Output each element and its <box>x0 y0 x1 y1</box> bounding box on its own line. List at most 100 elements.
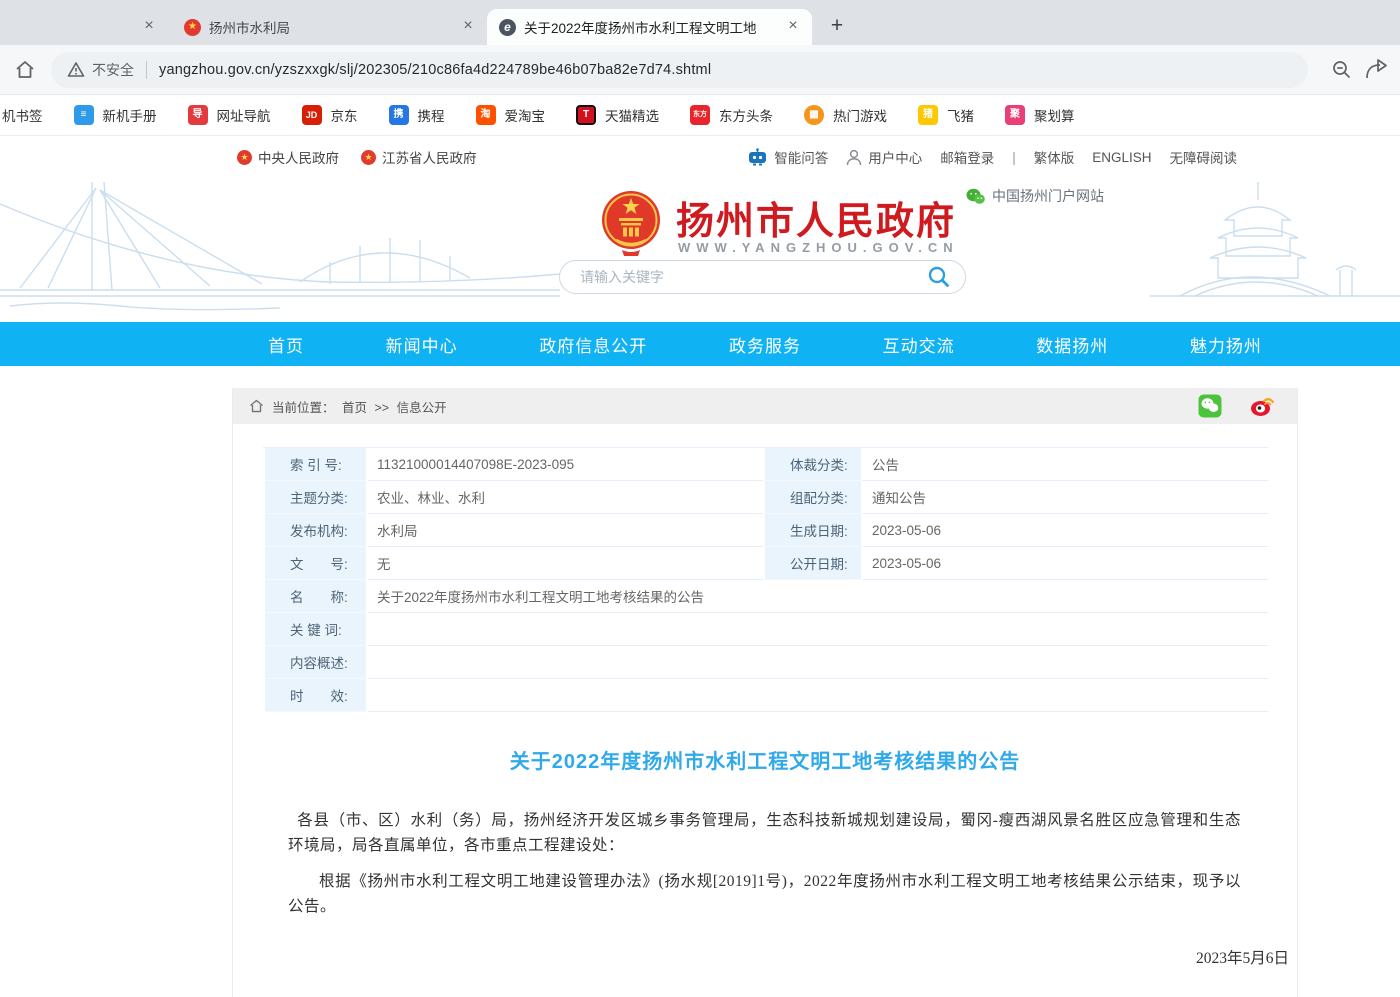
url-text[interactable]: yangzhou.gov.cn/yzszxxgk/slj/202305/210c… <box>159 62 711 78</box>
field-value: 2023-05-06 <box>863 514 1268 547</box>
field-label: 发布机构: <box>263 514 368 547</box>
browser-toolbar: 不安全 yangzhou.gov.cn/yzszxxgk/slj/202305/… <box>0 45 1400 95</box>
field-label: 体裁分类: <box>763 448 863 481</box>
article-paragraph: 根据《扬州市水利工程文明工地建设管理办法》(扬水规[2019]1号)，2022年… <box>288 869 1241 919</box>
share-icon[interactable] <box>1364 58 1390 82</box>
divider: | <box>1012 150 1016 165</box>
breadcrumb: 当前位置： 首页 >> 信息公开 <box>233 388 1297 424</box>
tab-partial[interactable]: × <box>0 9 172 45</box>
bookmark-icon: JD <box>302 105 322 125</box>
bookmark-item[interactable]: 导 网址导航 <box>188 105 271 125</box>
field-value <box>368 646 1268 679</box>
close-icon[interactable]: × <box>784 18 802 36</box>
bookmark-icon: 携 <box>389 105 409 125</box>
field-value <box>368 613 1268 646</box>
user-icon <box>846 149 862 166</box>
bookmark-item[interactable]: 东方 东方头条 <box>690 105 773 125</box>
smart-qa-label: 智能问答 <box>774 147 828 167</box>
tab-active[interactable]: e 关于2022年度扬州市水利工程文明工地 × <box>487 9 812 45</box>
field-label: 生成日期: <box>763 514 863 547</box>
omnibox-divider <box>146 61 147 79</box>
masthead-banner: 扬州市人民政府 WWW.YANGZHOU.GOV.CN 中国扬州门户网站 <box>0 178 1400 322</box>
bookmark-label: 飞猪 <box>947 105 974 125</box>
field-value: 水利局 <box>368 514 763 547</box>
bookmark-label: 网址导航 <box>217 105 271 125</box>
nav-news[interactable]: 新闻中心 <box>386 332 458 357</box>
address-bar[interactable]: 不安全 yangzhou.gov.cn/yzszxxgk/slj/202305/… <box>51 52 1308 88</box>
article-paragraph: 各县（市、区）水利（务）局，扬州经济开发区城乡事务管理局，生态科技新城规划建设局… <box>288 808 1241 858</box>
field-value: 2023-05-06 <box>863 547 1268 580</box>
table-row: 文 号: 无 公开日期: 2023-05-06 <box>263 547 1268 580</box>
security-label[interactable]: 不安全 <box>92 60 134 80</box>
english-link[interactable]: ENGLISH <box>1092 150 1151 165</box>
bookmark-item[interactable]: 机书签 <box>2 105 43 125</box>
breadcrumb-prefix: 当前位置： <box>272 401 335 415</box>
search-icon[interactable] <box>927 265 951 289</box>
national-emblem-icon <box>600 188 662 256</box>
table-row: 时 效: <box>263 679 1268 712</box>
nav-info-disclosure[interactable]: 政府信息公开 <box>539 332 647 357</box>
bookmark-item[interactable]: 淘 爱淘宝 <box>476 105 546 125</box>
portal-label: 中国扬州门户网站 <box>992 186 1104 206</box>
bookmark-label: 京东 <box>331 105 358 125</box>
bookmark-label: 聚划算 <box>1034 105 1075 125</box>
field-label: 文 号: <box>263 547 368 580</box>
nav-home[interactable]: 首页 <box>268 332 304 357</box>
bookmark-icon: 导 <box>188 105 208 125</box>
bookmark-item[interactable]: T 天猫精选 <box>576 105 659 125</box>
tab-shuiliju[interactable]: ★ 扬州市水利局 × <box>172 9 487 45</box>
warning-icon[interactable] <box>67 61 85 78</box>
breadcrumb-home-link[interactable]: 首页 <box>342 401 367 415</box>
search-input[interactable] <box>580 269 927 285</box>
field-label: 时 效: <box>263 679 368 712</box>
table-row: 主题分类: 农业、林业、水利 组配分类: 通知公告 <box>263 481 1268 514</box>
new-tab-button[interactable]: + <box>822 11 852 41</box>
search-box[interactable] <box>559 260 966 294</box>
home-icon[interactable] <box>13 58 37 82</box>
content-container: 当前位置： 首页 >> 信息公开 <box>232 388 1298 997</box>
bookmark-item[interactable]: 猪 飞猪 <box>918 105 974 125</box>
article-body: 各县（市、区）水利（务）局，扬州经济开发区城乡事务管理局，生态科技新城规划建设局… <box>288 808 1241 919</box>
link-central-gov[interactable]: ★ 中央人民政府 <box>237 147 339 167</box>
zoom-out-icon[interactable] <box>1330 58 1354 82</box>
field-label: 公开日期: <box>763 547 863 580</box>
field-label: 名 称: <box>263 580 368 613</box>
bookmark-item[interactable]: ≡ 新机手册 <box>74 105 157 125</box>
bookmark-item[interactable]: ▦ 热门游戏 <box>804 105 887 125</box>
close-icon[interactable]: × <box>140 18 158 36</box>
bookmark-label: 爱淘宝 <box>505 105 546 125</box>
accessible-link[interactable]: 无障碍阅读 <box>1170 147 1238 167</box>
smart-qa-link[interactable]: 智能问答 <box>747 147 828 167</box>
bookmark-icon: 猪 <box>918 105 938 125</box>
weibo-icon[interactable] <box>1250 395 1275 417</box>
user-center-link[interactable]: 用户中心 <box>846 147 922 167</box>
bookmark-icon: ▦ <box>804 105 824 125</box>
bookmark-icon: T <box>576 105 596 125</box>
link-label: 江苏省人民政府 <box>382 147 477 167</box>
portal-link[interactable]: 中国扬州门户网站 <box>966 186 1104 206</box>
bookmark-item[interactable]: 聚 聚划算 <box>1005 105 1075 125</box>
page-favicon-icon: e <box>499 19 516 36</box>
field-value: 公告 <box>863 448 1268 481</box>
tab-strip: × ★ 扬州市水利局 × e 关于2022年度扬州市水利工程文明工地 × + <box>0 0 1400 45</box>
bookmark-icon: 东方 <box>690 105 710 125</box>
close-icon[interactable]: × <box>459 18 477 36</box>
wechat-share-icon[interactable] <box>1198 394 1222 418</box>
browser-window: × ★ 扬州市水利局 × e 关于2022年度扬州市水利工程文明工地 × + 不… <box>0 0 1400 997</box>
nav-data[interactable]: 数据扬州 <box>1036 332 1108 357</box>
metadata-table: 索 引 号: 11321000014407098E-2023-095 体裁分类:… <box>263 447 1268 712</box>
traditional-link[interactable]: 繁体版 <box>1034 147 1075 167</box>
nav-services[interactable]: 政务服务 <box>729 332 801 357</box>
link-jiangsu-gov[interactable]: ★ 江苏省人民政府 <box>361 147 477 167</box>
bookmark-icon: ≡ <box>74 105 94 125</box>
bookmark-item[interactable]: 携 携程 <box>389 105 445 125</box>
field-value <box>368 679 1268 712</box>
breadcrumb-separator: >> <box>375 401 390 415</box>
nav-charm[interactable]: 魅力扬州 <box>1190 332 1262 357</box>
mail-login-link[interactable]: 邮箱登录 <box>940 147 994 167</box>
bookmark-item[interactable]: JD 京东 <box>302 105 358 125</box>
robot-icon <box>747 148 768 166</box>
field-value: 关于2022年度扬州市水利工程文明工地考核结果的公告 <box>368 580 1268 613</box>
bookmark-label: 天猫精选 <box>605 105 659 125</box>
nav-interaction[interactable]: 互动交流 <box>883 332 955 357</box>
